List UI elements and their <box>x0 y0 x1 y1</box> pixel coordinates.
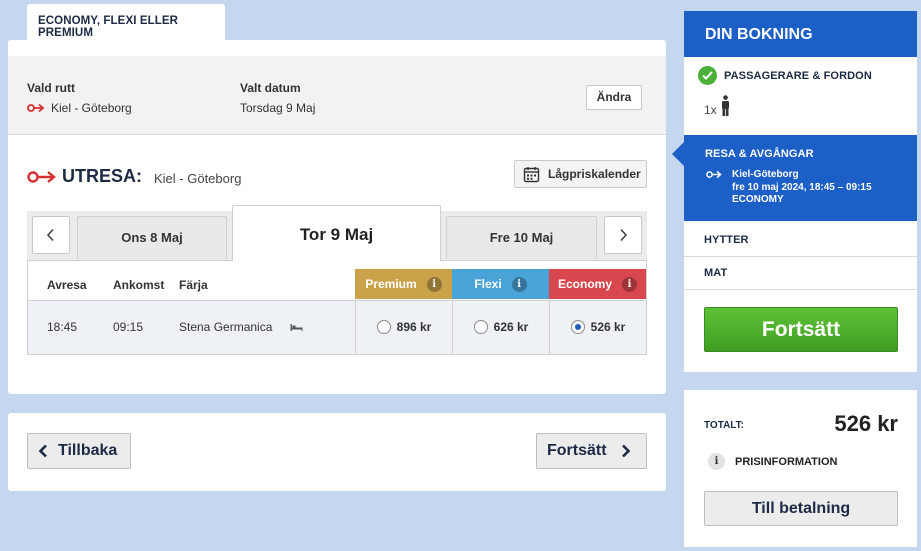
route-label: Vald rutt <box>27 81 76 95</box>
outbound-route: Kiel - Göteborg <box>154 170 242 186</box>
check-icon <box>698 66 717 85</box>
forward-button-label: Fortsätt <box>547 442 607 459</box>
trip-details: Kiel-Göteborg fre 10 maj 2024, 18:45 – 0… <box>732 169 872 207</box>
price-info-link[interactable]: i PRISINFORMATION <box>708 453 837 470</box>
active-step-pointer <box>672 142 684 166</box>
row-depart: 18:45 <box>47 320 78 334</box>
pay-button[interactable]: Till betalning <box>704 491 898 526</box>
row-ferry: Stena Germanica <box>179 320 273 334</box>
chevron-left-icon <box>38 444 47 458</box>
radio-economy[interactable] <box>570 320 585 334</box>
outbound-title-text: UTRESA: <box>62 166 142 186</box>
forward-button[interactable]: Fortsätt <box>536 433 647 469</box>
chevron-right-icon <box>620 228 628 242</box>
calendar-icon <box>523 166 540 182</box>
divider <box>684 289 917 290</box>
route-value: Kiel - Göteborg <box>27 101 132 115</box>
calendar-button-label: Lågpriskalender <box>548 167 641 181</box>
sidebar-item-food[interactable]: MAT <box>704 267 727 279</box>
header-ferry: Färja <box>179 278 208 292</box>
trip-step-label: RESA & AVGÅNGAR <box>705 148 814 160</box>
total-amount: 526 kr <box>834 411 898 436</box>
sidebar-continue-button[interactable]: Fortsätt <box>704 307 898 352</box>
fare-header-label: Premium <box>365 277 417 291</box>
info-icon[interactable]: i <box>622 276 637 292</box>
sidebar-title: DIN BOKNING <box>684 11 917 57</box>
person-icon <box>721 95 729 116</box>
passenger-count: 1x <box>704 95 731 117</box>
fare-header-label: Economy <box>557 277 612 291</box>
price-info-label: PRISINFORMATION <box>735 455 838 468</box>
back-button-label: Tillbaka <box>58 442 118 459</box>
sidebar-item-passengers[interactable]: PASSAGERARE & FORDON <box>698 66 872 85</box>
divider <box>684 256 917 257</box>
date-label: Valt datum <box>240 81 301 95</box>
calendar-button[interactable]: Lågpriskalender <box>514 160 647 188</box>
route-arrow-icon <box>27 103 45 113</box>
route-summary-band <box>8 56 666 135</box>
fare-price: 626 kr <box>493 320 529 334</box>
chevron-left-icon <box>46 228 54 242</box>
change-button[interactable]: Ändra <box>586 85 642 110</box>
passenger-count-text: 1x <box>704 103 717 117</box>
route-value-text: Kiel - Göteborg <box>51 101 132 115</box>
date-tab-current[interactable]: Tor 9 Maj <box>232 205 441 261</box>
trip-route: Kiel-Göteborg <box>732 169 799 180</box>
fare-option-economy[interactable]: 526 kr <box>549 300 646 354</box>
info-icon[interactable]: i <box>511 276 527 292</box>
header-arrive: Ankomst <box>113 278 165 292</box>
trip-time: fre 10 maj 2024, 18:45 – 09:15 <box>732 181 872 193</box>
radio-premium[interactable] <box>376 320 391 334</box>
date-tab-prev[interactable]: Ons 8 Maj <box>77 216 227 259</box>
info-icon[interactable]: i <box>426 276 442 292</box>
fare-header-premium[interactable]: Premium i <box>355 269 452 299</box>
route-arrow-icon <box>706 170 722 179</box>
prev-date-arrow[interactable] <box>32 216 70 254</box>
radio-flexi[interactable] <box>473 320 488 334</box>
trip-fare: ECONOMY <box>732 194 784 205</box>
header-depart: Avresa <box>47 278 87 292</box>
back-button[interactable]: Tillbaka <box>27 433 131 469</box>
fare-option-flexi[interactable]: 626 kr <box>452 300 549 354</box>
outbound-title: UTRESA: Kiel - Göteborg <box>27 166 241 187</box>
row-arrive: 09:15 <box>113 320 144 334</box>
passengers-label: PASSAGERARE & FORDON <box>724 69 872 82</box>
fare-header-economy[interactable]: Economy i <box>549 269 646 299</box>
fare-header-flexi[interactable]: Flexi i <box>452 269 549 299</box>
outbound-arrow-icon <box>27 170 56 183</box>
chevron-right-icon <box>621 444 630 458</box>
fare-price: 526 kr <box>590 320 626 334</box>
tab-economy-flexi-premium[interactable]: ECONOMY, FLEXI ELLER PREMIUM <box>27 4 225 42</box>
date-value: Torsdag 9 Maj <box>240 101 316 115</box>
fare-option-premium[interactable]: 896 kr <box>355 300 452 354</box>
date-tab-next[interactable]: Fre 10 Maj <box>446 216 597 259</box>
total-label: TOTALT: <box>704 420 744 431</box>
fare-header-label: Flexi <box>474 277 502 291</box>
fare-price: 896 kr <box>396 320 432 334</box>
bed-icon <box>290 324 303 331</box>
info-icon: i <box>708 453 725 470</box>
sidebar-item-cabins[interactable]: HYTTER <box>704 234 749 246</box>
next-date-arrow[interactable] <box>604 216 642 254</box>
